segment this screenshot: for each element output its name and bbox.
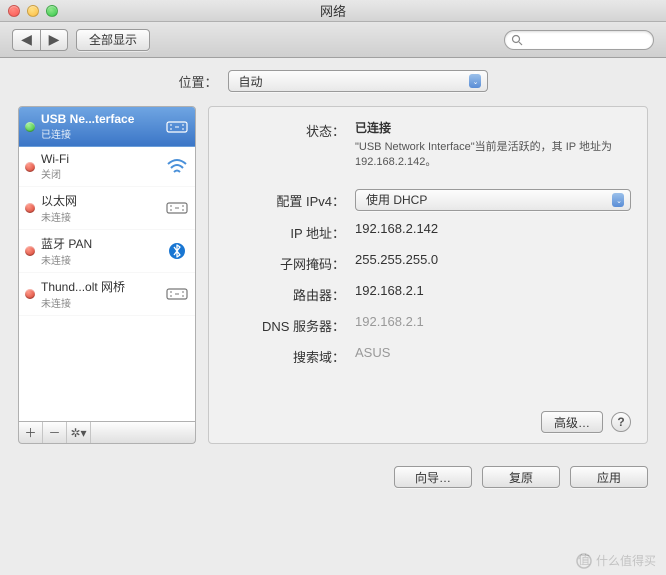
interface-name: 蓝牙 PAN <box>41 235 159 252</box>
ip-address-label: IP 地址： <box>225 221 355 242</box>
interface-status: 关闭 <box>41 166 159 181</box>
sidebar-item-bluetooth[interactable]: 蓝牙 PAN 未连接 <box>19 230 195 273</box>
zoom-button[interactable] <box>46 5 58 17</box>
apply-button[interactable]: 应用 <box>570 466 648 488</box>
back-button[interactable]: ◀ <box>12 29 40 51</box>
sidebar-item-thunderbolt[interactable]: Thund...olt 网桥 未连接 <box>19 273 195 316</box>
location-label: 位置： <box>178 72 217 91</box>
interface-name: USB Ne...terface <box>41 112 159 126</box>
remove-interface-button[interactable]: － <box>43 422 67 443</box>
advanced-button[interactable]: 高级… <box>541 411 603 433</box>
search-input[interactable] <box>526 34 647 46</box>
router-value: 192.168.2.1 <box>355 283 631 298</box>
location-value: 自动 <box>239 73 263 90</box>
status-dot-icon <box>25 122 35 132</box>
show-all-button[interactable]: 全部显示 <box>76 29 150 51</box>
actions-menu-button[interactable]: ✲▾ <box>67 422 91 443</box>
footer: 向导… 复原 应用 <box>0 454 666 500</box>
interface-name: Thund...olt 网桥 <box>41 278 159 295</box>
svg-text:值: 值 <box>578 553 590 567</box>
interface-name: Wi-Fi <box>41 152 159 166</box>
ipv4-config-label: 配置 IPv4： <box>225 189 355 210</box>
add-interface-button[interactable]: ＋ <box>19 422 43 443</box>
revert-button[interactable]: 复原 <box>482 466 560 488</box>
status-value: 已连接 <box>355 119 631 136</box>
subnet-mask-value: 255.255.255.0 <box>355 252 631 267</box>
ethernet-icon <box>165 117 189 137</box>
help-button[interactable]: ? <box>611 412 631 432</box>
status-dot-icon <box>25 203 35 213</box>
sidebar-toolbar: ＋ － ✲▾ <box>18 422 196 444</box>
watermark: 值 什么值得买 <box>576 552 656 569</box>
dns-label: DNS 服务器： <box>225 314 355 335</box>
window-title: 网络 <box>0 1 666 20</box>
watermark-icon: 值 <box>576 553 592 569</box>
interface-list: USB Ne...terface 已连接 Wi-Fi 关闭 <box>18 106 196 422</box>
sidebar-item-ethernet[interactable]: 以太网 未连接 <box>19 187 195 230</box>
ethernet-icon <box>165 284 189 304</box>
interface-status: 未连接 <box>41 209 159 224</box>
location-row: 位置： 自动 <box>18 70 648 92</box>
status-dot-icon <box>25 289 35 299</box>
dns-value: 192.168.2.1 <box>355 314 631 329</box>
status-dot-icon <box>25 162 35 172</box>
ethernet-icon <box>165 198 189 218</box>
location-select[interactable]: 自动 <box>228 70 488 92</box>
search-icon <box>511 34 523 46</box>
interface-status: 未连接 <box>41 295 159 310</box>
search-field[interactable] <box>504 30 654 50</box>
status-label: 状态： <box>225 119 355 140</box>
wifi-icon <box>165 157 189 177</box>
nav-segment: ◀ ▶ <box>12 29 68 51</box>
router-label: 路由器： <box>225 283 355 304</box>
status-description: "USB Network Interface"当前是活跃的，其 IP 地址为 1… <box>355 140 631 171</box>
assist-button[interactable]: 向导… <box>394 466 472 488</box>
forward-button[interactable]: ▶ <box>40 29 68 51</box>
interface-name: 以太网 <box>41 192 159 209</box>
status-dot-icon <box>25 246 35 256</box>
search-domain-label: 搜索域： <box>225 345 355 366</box>
ipv4-config-value: 使用 DHCP <box>366 191 427 208</box>
close-button[interactable] <box>8 5 20 17</box>
ipv4-config-select[interactable]: 使用 DHCP <box>355 189 631 211</box>
sidebar-item-wifi[interactable]: Wi-Fi 关闭 <box>19 147 195 187</box>
ip-address-value: 192.168.2.142 <box>355 221 631 236</box>
search-domain-value: ASUS <box>355 345 631 360</box>
subnet-mask-label: 子网掩码： <box>225 252 355 273</box>
toolbar: ◀ ▶ 全部显示 <box>0 22 666 58</box>
interface-status: 未连接 <box>41 252 159 267</box>
detail-pane: 状态： 已连接 "USB Network Interface"当前是活跃的，其 … <box>208 106 648 444</box>
minimize-button[interactable] <box>27 5 39 17</box>
sidebar-item-usb[interactable]: USB Ne...terface 已连接 <box>19 107 195 147</box>
traffic-lights <box>8 5 58 17</box>
bluetooth-icon <box>165 241 189 261</box>
interface-status: 已连接 <box>41 126 159 141</box>
titlebar: 网络 <box>0 0 666 22</box>
